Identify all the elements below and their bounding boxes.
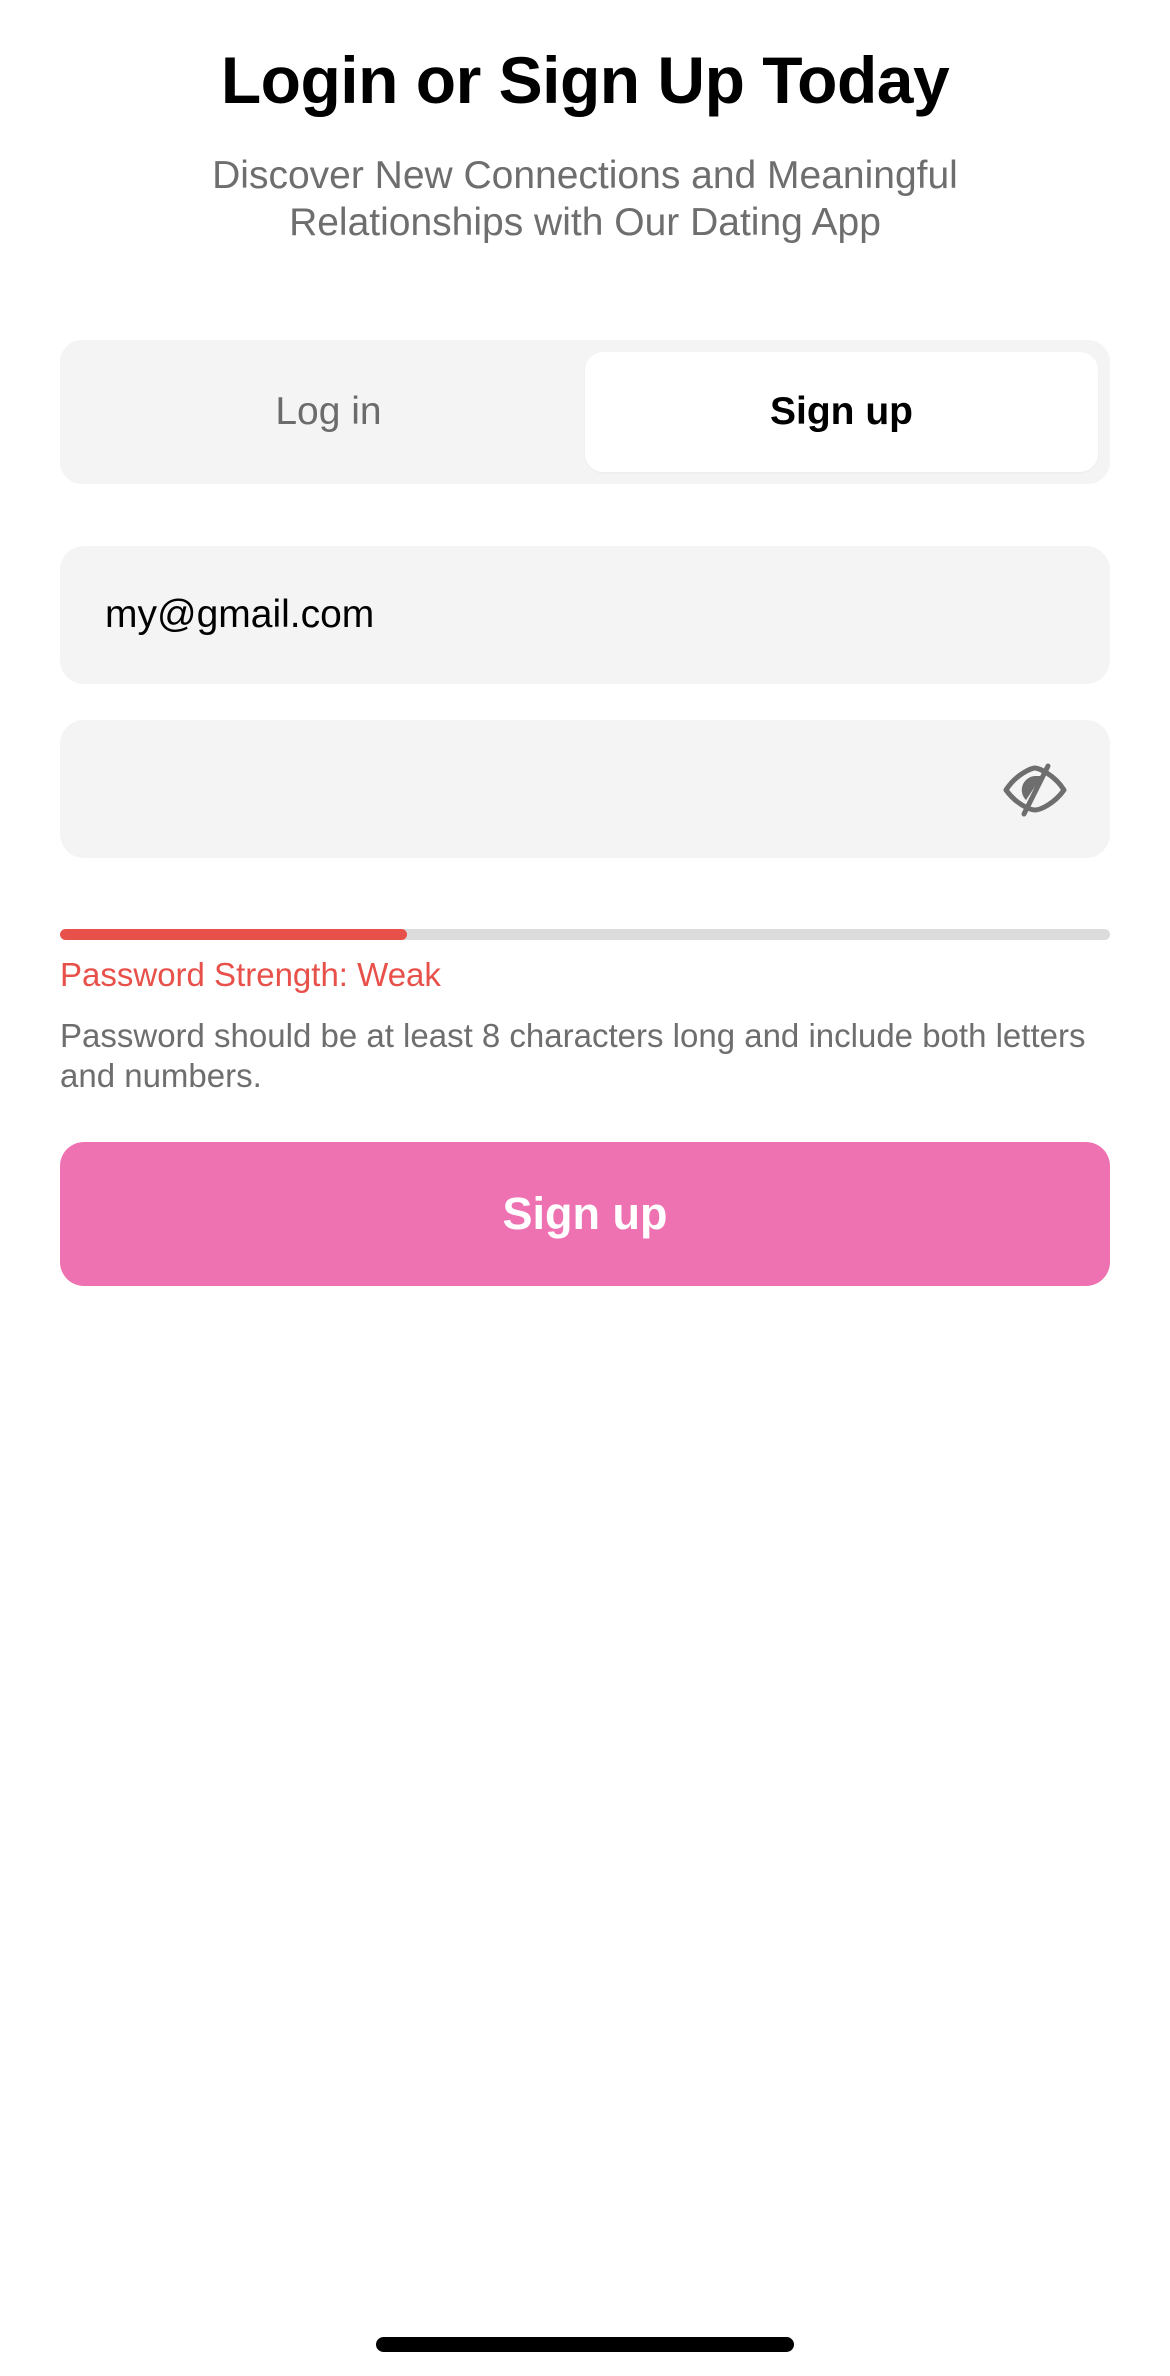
password-field[interactable] — [105, 767, 985, 811]
tab-sign-up[interactable]: Sign up — [585, 352, 1098, 472]
sign-up-button[interactable]: Sign up — [60, 1142, 1110, 1286]
email-field-container — [60, 546, 1110, 684]
eye-slash-icon[interactable] — [1002, 760, 1068, 818]
tab-log-in[interactable]: Log in — [72, 352, 585, 472]
password-strength-meter — [60, 929, 1110, 940]
auth-mode-switch: Log in Sign up — [60, 340, 1110, 484]
password-hint: Password should be at least 8 characters… — [60, 1017, 1086, 1094]
home-indicator — [376, 2337, 794, 2352]
email-field[interactable] — [105, 593, 985, 637]
password-strength-label: Password Strength: Weak — [60, 956, 441, 993]
page-title: Login or Sign Up Today — [220, 43, 950, 117]
password-strength-fill — [60, 929, 407, 940]
page-subtitle: Discover New Connections and Meaningful … — [212, 154, 958, 244]
password-field-container — [60, 720, 1110, 858]
